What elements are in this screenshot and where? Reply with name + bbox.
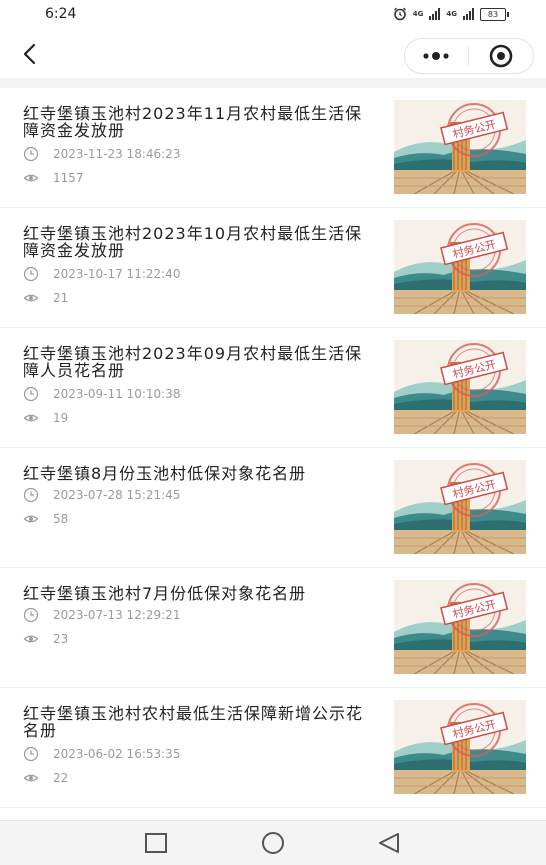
article-thumbnail: 村务公开 [394, 460, 526, 554]
article-views-row: 23 [23, 631, 68, 647]
more-dots-icon [423, 52, 449, 60]
article-views-row: 19 [23, 410, 68, 426]
article-item[interactable]: 红寺堡镇玉池村2023年09月农村最低生活保障人员花名册 2023-09-11 … [0, 328, 546, 448]
nav-bar [0, 30, 546, 78]
article-date-row: 2023-10-17 11:22:40 [23, 266, 180, 282]
article-item[interactable]: 红寺堡镇玉池村2023年10月农村最低生活保障资金发放册 2023-10-17 … [0, 208, 546, 328]
system-nav-bar [0, 820, 546, 865]
article-views: 19 [53, 411, 69, 425]
article-thumbnail: 村务公开 [394, 100, 526, 194]
clock-icon [23, 266, 39, 282]
eye-icon [23, 174, 39, 182]
article-title: 红寺堡镇玉池村农村最低生活保障新增公示花名册 [23, 704, 364, 740]
article-list: 红寺堡镇玉池村2023年11月农村最低生活保障资金发放册 2023-11-23 … [0, 88, 546, 828]
article-item[interactable]: 红寺堡镇玉池村2023年11月农村最低生活保障资金发放册 2023-11-23 … [0, 88, 546, 208]
circle-home-icon[interactable] [259, 831, 287, 855]
article-date: 2023-10-17 11:22:40 [53, 267, 181, 281]
article-views: 1157 [53, 171, 84, 185]
alarm-icon [393, 7, 406, 21]
article-title: 红寺堡镇玉池村7月份低保对象花名册 [23, 584, 307, 603]
article-date-row: 2023-06-02 16:53:35 [23, 746, 180, 762]
article-views: 23 [53, 632, 69, 646]
status-time: 6:24 [45, 6, 77, 22]
section-gap [0, 78, 546, 88]
eye-icon [23, 294, 39, 302]
signal-icon-2 [463, 8, 474, 20]
article-title: 红寺堡镇玉池村2023年10月农村最低生活保障资金发放册 [23, 224, 363, 260]
article-views: 22 [53, 771, 69, 785]
article-date: 2023-06-02 16:53:35 [53, 747, 181, 761]
target-close-icon [489, 44, 513, 68]
article-views-row: 22 [23, 770, 68, 786]
article-thumbnail: 村务公开 [394, 580, 526, 674]
clock-icon [23, 146, 39, 162]
article-views-row: 1157 [23, 170, 84, 186]
signal-icon [429, 8, 441, 20]
article-date: 2023-09-11 10:10:38 [53, 387, 181, 401]
article-thumbnail: 村务公开 [394, 700, 526, 794]
square-recent-icon[interactable] [143, 831, 169, 855]
eye-icon [23, 635, 39, 643]
article-title: 红寺堡镇玉池村2023年11月农村最低生活保障资金发放册 [23, 104, 363, 140]
article-date: 2023-07-28 15:21:45 [53, 488, 181, 502]
article-views-row: 21 [23, 290, 68, 306]
article-thumbnail: 村务公开 [394, 220, 526, 314]
status-icons: 4G 4G 83 [393, 7, 509, 21]
battery-icon: 83 [480, 7, 509, 21]
article-item[interactable]: 红寺堡镇玉池村农村最低生活保障新增公示花名册 2023-06-02 16:53:… [0, 688, 546, 808]
article-item[interactable]: 红寺堡镇玉池村7月份低保对象花名册 2023-07-13 12:29:21 23… [0, 568, 546, 688]
article-title: 红寺堡镇8月份玉池村低保对象花名册 [23, 464, 307, 483]
article-thumbnail: 村务公开 [394, 340, 526, 434]
clock-icon [23, 386, 39, 402]
network-type-2: 4G [446, 9, 457, 18]
triangle-back-icon[interactable] [376, 831, 402, 855]
article-views: 58 [53, 512, 69, 526]
article-item[interactable]: 红寺堡镇8月份玉池村低保对象花名册 2023-07-28 15:21:45 58… [0, 448, 546, 568]
clock-icon [23, 487, 39, 503]
article-views: 21 [53, 291, 69, 305]
article-date-row: 2023-07-13 12:29:21 [23, 607, 180, 623]
miniapp-capsule [404, 38, 534, 74]
article-date-row: 2023-07-28 15:21:45 [23, 487, 180, 503]
article-date: 2023-07-13 12:29:21 [53, 608, 181, 622]
eye-icon [23, 515, 39, 523]
eye-icon [23, 774, 39, 782]
more-button[interactable] [405, 39, 468, 73]
article-date-row: 2023-09-11 10:10:38 [23, 386, 180, 402]
clock-icon [23, 607, 39, 623]
clock-icon [23, 746, 39, 762]
article-title: 红寺堡镇玉池村2023年09月农村最低生活保障人员花名册 [23, 344, 363, 380]
network-type-1: 4G [412, 9, 424, 18]
chevron-left-icon[interactable] [18, 40, 42, 68]
eye-icon [23, 414, 39, 422]
article-date: 2023-11-23 18:46:23 [53, 147, 181, 161]
article-views-row: 58 [23, 511, 68, 527]
article-date-row: 2023-11-23 18:46:23 [23, 146, 180, 162]
close-miniapp-button[interactable] [469, 39, 533, 73]
status-bar: 6:24 4G 4G 83 [0, 0, 546, 30]
